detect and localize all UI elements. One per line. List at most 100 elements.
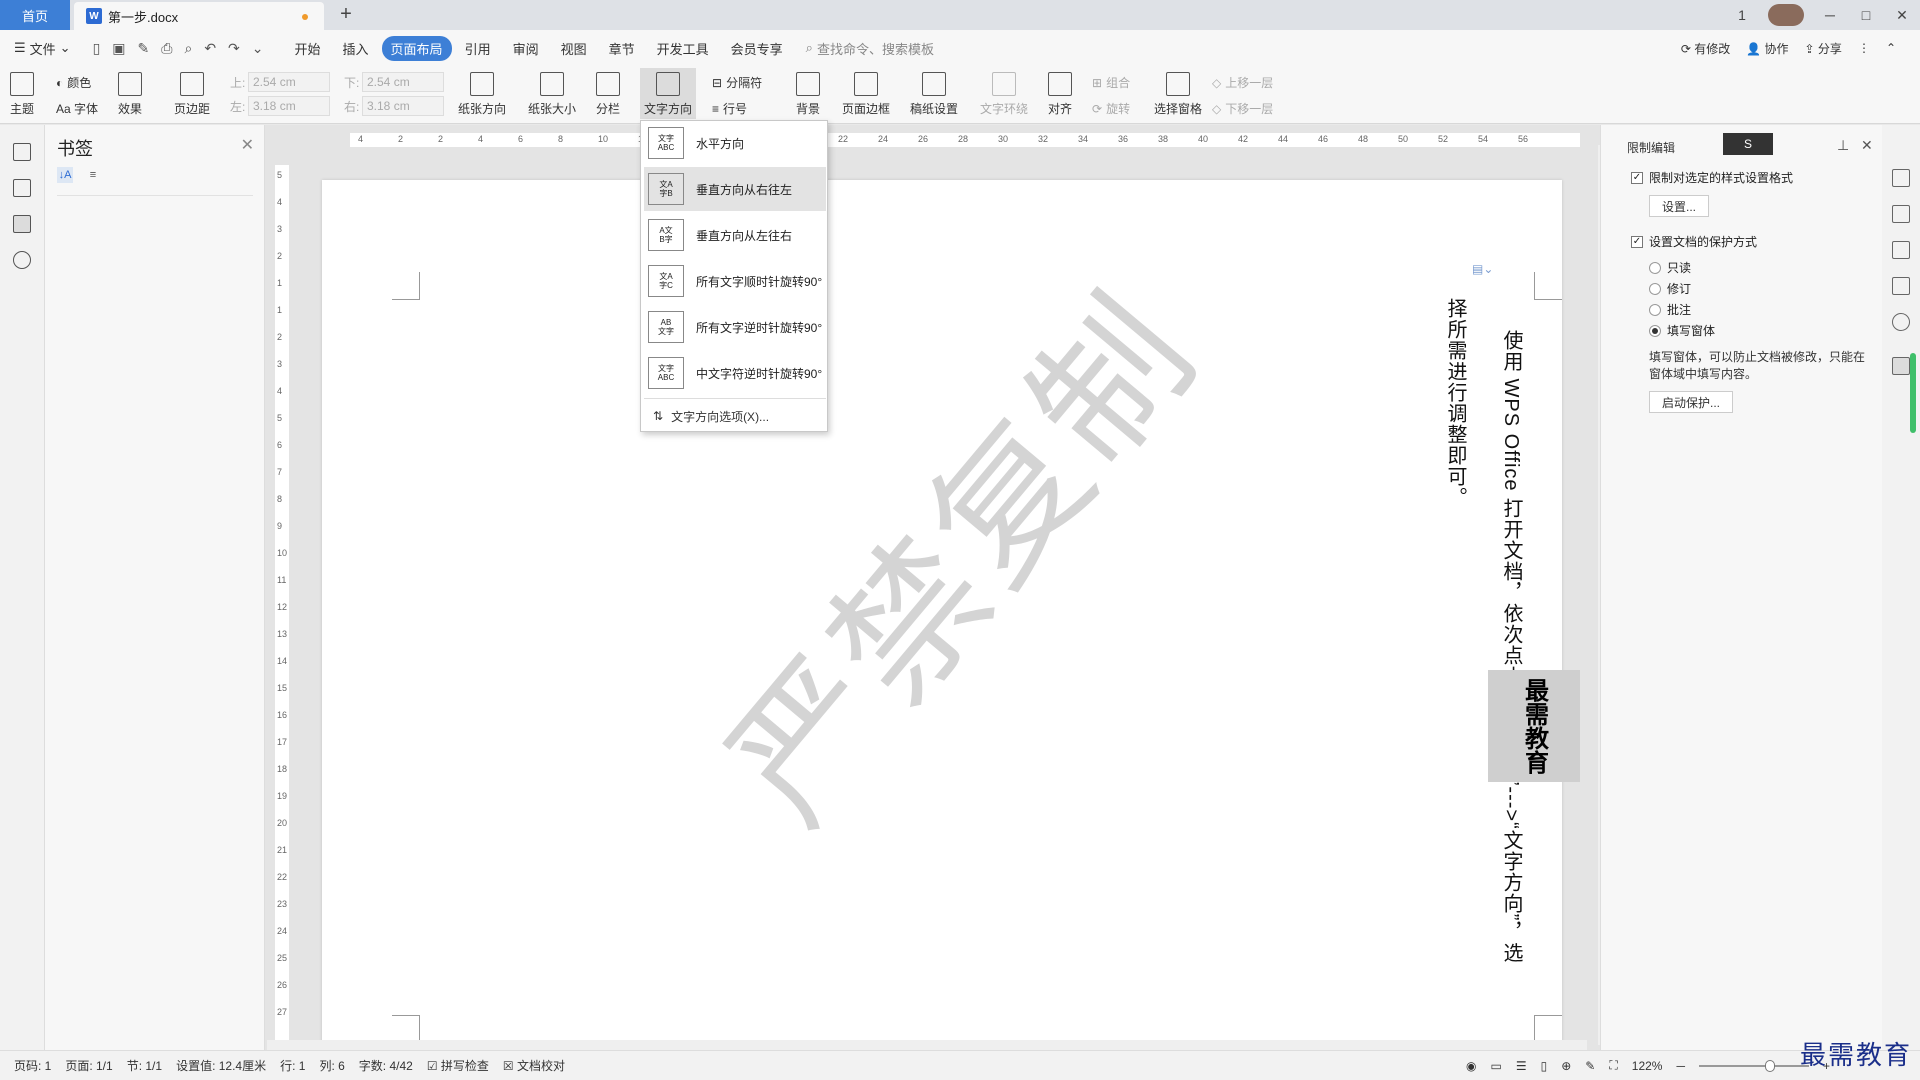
redo-icon[interactable]: ↷	[228, 40, 240, 57]
window-count-icon[interactable]: 1	[1724, 7, 1760, 23]
status-settings-value[interactable]: 设置值: 12.4厘米	[176, 1057, 266, 1074]
collaborate-button[interactable]: 👤 协作	[1746, 40, 1788, 57]
zoom-out-button[interactable]: ─	[1676, 1059, 1685, 1073]
more-icon[interactable]: ⋮	[1858, 41, 1870, 55]
close-icon[interactable]: ✕	[1861, 137, 1873, 154]
orientation-button[interactable]: 纸张方向	[458, 72, 506, 117]
reading-view-icon[interactable]: ▯	[1541, 1059, 1548, 1073]
text-direction-button[interactable]: 文字方向	[640, 68, 697, 119]
changes-button[interactable]: ⟳ 有修改	[1681, 40, 1730, 57]
paragraph-options-icon[interactable]: ▤⌄	[1472, 262, 1493, 276]
style-icon[interactable]	[1892, 169, 1910, 187]
menu-item-horizontal[interactable]: 文字 ABC 水平方向	[644, 121, 826, 165]
collapse-ribbon-icon[interactable]: ⌃	[1886, 41, 1896, 55]
horizontal-ruler[interactable]: 4224681012141618202224262830323436384042…	[350, 133, 1580, 147]
columns-button[interactable]: 分栏	[596, 72, 620, 117]
tab-member[interactable]: 会员专享	[722, 36, 792, 61]
tab-developer[interactable]: 开发工具	[648, 36, 718, 61]
cursor-icon[interactable]	[1892, 241, 1910, 259]
effect-button[interactable]: 效果	[118, 72, 142, 117]
restrict-editing-title[interactable]: 限制编辑	[1627, 139, 1675, 156]
radio-revision[interactable]: 修订	[1649, 280, 1691, 297]
menu-item-cjk-rotate-ccw[interactable]: 文字 ABC 中文字符逆时针旋转90°	[644, 351, 826, 395]
save-icon[interactable]: ▣	[112, 40, 125, 57]
folder-icon[interactable]	[13, 179, 31, 197]
text-direction-options[interactable]: ⇅ 文字方向选项(X)...	[653, 403, 769, 429]
undo-icon[interactable]: ↶	[204, 40, 216, 57]
avatar[interactable]	[1768, 4, 1804, 26]
doc-check-toggle[interactable]: ☒ 文档校对	[503, 1057, 565, 1074]
tab-page-layout[interactable]: 页面布局	[381, 35, 452, 61]
group-button[interactable]: ⊞ 组合	[1092, 74, 1130, 91]
status-col[interactable]: 列: 6	[319, 1057, 344, 1074]
status-page[interactable]: 页码: 1	[14, 1057, 51, 1074]
margins-button[interactable]: 页边距	[174, 72, 210, 117]
home-tab[interactable]: 首页	[0, 0, 70, 30]
start-protection-button[interactable]: 启动保护...	[1649, 391, 1734, 413]
radio-comment[interactable]: 批注	[1649, 301, 1691, 318]
eye-protection-icon[interactable]: ◉	[1466, 1059, 1476, 1073]
document-page[interactable]: ▤⌄ 严禁复制 使用 WPS Office 打开文档，依次点击“页面布局”---…	[322, 180, 1580, 1050]
paper-size-button[interactable]: 纸张大小	[528, 72, 576, 117]
send-backward-button[interactable]: ◇ 下移一层	[1212, 100, 1273, 117]
print-icon[interactable]: ⎙	[161, 40, 172, 57]
radio-readonly[interactable]: 只读	[1649, 259, 1691, 276]
format-painter-icon[interactable]: ✎	[138, 40, 150, 57]
command-search[interactable]: ⌕ 查找命令、搜索模板	[806, 39, 934, 58]
margin-left-input[interactable]: 3.18 cm	[248, 96, 330, 116]
pin-icon[interactable]: ⊥	[1837, 137, 1849, 154]
margin-bottom-input[interactable]: 2.54 cm	[362, 72, 444, 92]
tab-insert[interactable]: 插入	[334, 36, 378, 61]
tab-view[interactable]: 视图	[552, 36, 596, 61]
status-pages[interactable]: 页面: 1/1	[65, 1057, 112, 1074]
protection-mode-checkbox[interactable]: ✓ 设置文档的保护方式	[1631, 233, 1757, 250]
minimize-button[interactable]: ─	[1812, 7, 1848, 23]
sliders-icon[interactable]	[1892, 277, 1910, 295]
separator-button[interactable]: ⊟ 分隔符	[712, 74, 762, 91]
customize-icon[interactable]: ⌄	[252, 40, 264, 57]
write-mode-icon[interactable]: ✎	[1585, 1059, 1595, 1073]
bring-forward-button[interactable]: ◇ 上移一层	[1212, 74, 1273, 91]
spell-check-toggle[interactable]: ☑ 拼写检查	[427, 1057, 489, 1074]
status-word-count[interactable]: 字数: 4/42	[359, 1057, 413, 1074]
background-button[interactable]: 背景	[796, 72, 820, 117]
outline-icon[interactable]	[13, 143, 31, 161]
menu-item-vertical-rtl[interactable]: 文A 字B 垂直方向从右往左	[644, 167, 826, 211]
tab-review[interactable]: 审阅	[504, 36, 548, 61]
maximize-button[interactable]: □	[1848, 7, 1884, 23]
new-tab-button[interactable]: +	[334, 3, 358, 27]
search-icon[interactable]	[13, 251, 31, 269]
status-row[interactable]: 行: 1	[280, 1057, 305, 1074]
file-menu[interactable]: ☰ 文件 ⌄	[14, 39, 71, 58]
print-preview-icon[interactable]: ⌕	[184, 40, 192, 57]
selection-pane-button[interactable]: 选择窗格	[1154, 72, 1202, 117]
pane-scroll-indicator[interactable]	[1910, 353, 1916, 433]
page-border-button[interactable]: 页面边框	[842, 72, 890, 117]
theme-button[interactable]: 主题	[10, 72, 34, 117]
tab-chapter[interactable]: 章节	[600, 36, 644, 61]
horizontal-scrollbar[interactable]	[267, 1040, 1587, 1050]
share-button[interactable]: ⇪ 分享	[1805, 40, 1842, 57]
tab-start[interactable]: 开始	[286, 36, 330, 61]
menu-item-rotate-cw[interactable]: 文A 字C 所有文字顺时针旋转90°	[644, 259, 826, 303]
new-doc-icon[interactable]: ▯	[93, 40, 101, 57]
line-number-button[interactable]: ≡ 行号	[712, 100, 747, 117]
sort-by-position-icon[interactable]: ≡	[85, 167, 101, 183]
margin-right-input[interactable]: 3.18 cm	[362, 96, 444, 116]
web-view-icon[interactable]: ⊕	[1561, 1059, 1571, 1073]
font-theme-button[interactable]: Aa 字体	[56, 100, 98, 117]
pen-icon[interactable]	[1892, 205, 1910, 223]
sort-by-name-icon[interactable]: ↓A	[57, 167, 73, 183]
page-view-icon[interactable]: ▭	[1491, 1059, 1502, 1073]
menu-item-vertical-ltr[interactable]: A文 B字 垂直方向从左往右	[644, 213, 826, 257]
fit-page-icon[interactable]: ⛶	[1609, 1058, 1617, 1073]
restrict-format-checkbox[interactable]: ✓ 限制对选定的样式设置格式	[1631, 169, 1793, 186]
align-button[interactable]: 对齐	[1048, 72, 1072, 117]
lock-icon[interactable]	[1892, 357, 1910, 375]
close-icon[interactable]: ✕	[241, 135, 254, 155]
outline-view-icon[interactable]: ☰	[1516, 1059, 1527, 1073]
text-wrap-button[interactable]: 文字环绕	[980, 72, 1028, 117]
vertical-ruler[interactable]: 5 4 3 2 1 1 2 3 4 5 6 7 8 9 10 11 12 13 14 15 16 17 18 19 20 21 22…	[275, 165, 289, 1045]
settings-button[interactable]: 设置...	[1649, 195, 1710, 217]
status-section[interactable]: 节: 1/1	[127, 1057, 162, 1074]
